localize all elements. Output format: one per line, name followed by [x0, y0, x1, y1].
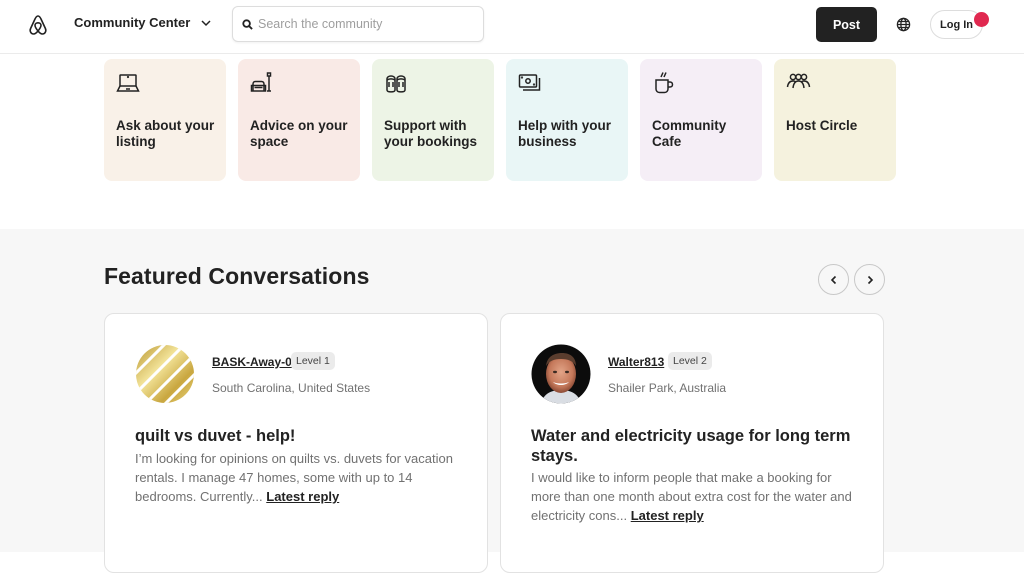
avatar[interactable]	[135, 344, 195, 404]
gold-striped-logo-icon	[136, 345, 194, 403]
category-tile-advice-on-space[interactable]: Advice on your space	[238, 59, 360, 181]
conversation-excerpt: I would like to inform people that make …	[531, 468, 861, 525]
conversation-title[interactable]: quilt vs duvet - help!	[135, 426, 465, 446]
laptop-icon	[116, 74, 140, 92]
avatar[interactable]	[531, 344, 591, 404]
community-center-dropdown[interactable]: Community Center	[74, 15, 212, 30]
search-icon	[242, 18, 253, 30]
chevron-right-icon	[867, 275, 873, 284]
featured-conversations-section: Featured Conversations BASK-Away-0 Level…	[0, 229, 1024, 573]
globe-icon[interactable]	[896, 17, 911, 32]
post-button[interactable]: Post	[816, 7, 877, 42]
money-icon	[518, 74, 541, 91]
chevron-left-icon	[830, 275, 836, 284]
category-tile-help-business[interactable]: Help with your business	[506, 59, 628, 181]
level-badge: Level 1	[291, 352, 335, 370]
category-label: Support with your bookings	[384, 118, 478, 149]
search-input[interactable]	[258, 17, 458, 31]
chevron-down-icon	[201, 19, 211, 26]
carousel-next-button[interactable]	[854, 264, 885, 295]
coffee-cup-icon	[655, 72, 674, 94]
carousel-prev-button[interactable]	[818, 264, 849, 295]
category-tiles: Ask about your listing Advice on your sp…	[104, 59, 896, 181]
search-box[interactable]	[232, 6, 484, 42]
category-label: Ask about your listing	[116, 118, 215, 149]
category-label: Host Circle	[786, 118, 858, 133]
conversation-card[interactable]: Walter813 Level 2 Shailer Park, Australi…	[500, 313, 884, 573]
latest-reply-link[interactable]: Latest reply	[266, 489, 339, 504]
username-link[interactable]: BASK-Away-0	[212, 355, 292, 369]
sofa-lamp-icon	[250, 72, 272, 92]
category-tile-community-cafe[interactable]: Community Cafe	[640, 59, 762, 181]
category-label: Advice on your space	[250, 118, 348, 149]
user-location: South Carolina, United States	[212, 381, 371, 395]
category-label: Help with your business	[518, 118, 612, 149]
category-label: Community Cafe	[652, 118, 727, 149]
conversation-card[interactable]: BASK-Away-0 Level 1 South Carolina, Unit…	[104, 313, 488, 573]
conversation-title[interactable]: Water and electricity usage for long ter…	[531, 426, 861, 466]
brand-label: Community Center	[74, 15, 191, 30]
notification-dot	[974, 12, 989, 27]
user-photo-icon	[531, 344, 591, 404]
username-link[interactable]: Walter813	[608, 355, 664, 369]
category-tile-host-circle[interactable]: Host Circle	[774, 59, 896, 181]
airbnb-logo-icon[interactable]	[28, 14, 48, 36]
people-group-icon	[786, 73, 811, 89]
section-title: Featured Conversations	[104, 263, 370, 289]
slippers-icon	[386, 75, 406, 93]
conversation-excerpt: I’m looking for opinions on quilts vs. d…	[135, 449, 465, 506]
category-tile-ask-about-listing[interactable]: Ask about your listing	[104, 59, 226, 181]
level-badge: Level 2	[668, 352, 712, 370]
top-navigation-bar: Community Center Post Log In	[0, 0, 1024, 54]
user-location: Shailer Park, Australia	[608, 381, 727, 395]
category-tile-support-bookings[interactable]: Support with your bookings	[372, 59, 494, 181]
latest-reply-link[interactable]: Latest reply	[631, 508, 704, 523]
